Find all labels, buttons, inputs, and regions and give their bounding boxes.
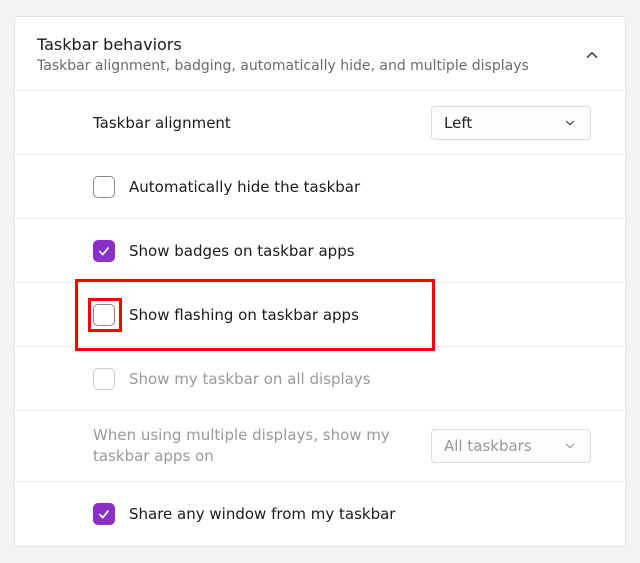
label-shareany: Share any window from my taskbar xyxy=(129,505,395,523)
chevron-down-icon xyxy=(562,438,578,454)
multidisplay-select: All taskbars xyxy=(431,429,591,463)
taskbar-alignment-select[interactable]: Left xyxy=(431,106,591,140)
taskbar-alignment-value: Left xyxy=(444,114,472,132)
checkbox-autohide[interactable] xyxy=(93,176,115,198)
label-autohide: Automatically hide the taskbar xyxy=(129,178,360,196)
checkbox-shareany[interactable] xyxy=(93,503,115,525)
row-autohide[interactable]: Automatically hide the taskbar xyxy=(15,155,625,219)
chevron-up-icon[interactable] xyxy=(581,44,603,66)
multidisplay-value: All taskbars xyxy=(444,437,532,455)
label-badges: Show badges on taskbar apps xyxy=(129,242,355,260)
checkbox-alldisplays xyxy=(93,368,115,390)
row-shareany[interactable]: Share any window from my taskbar xyxy=(15,482,625,546)
row-taskbar-alignment: Taskbar alignment Left xyxy=(15,91,625,155)
label-flashing: Show flashing on taskbar apps xyxy=(129,306,359,324)
taskbar-behaviors-panel: Taskbar behaviors Taskbar alignment, bad… xyxy=(14,16,626,547)
label-alldisplays: Show my taskbar on all displays xyxy=(129,370,371,388)
row-alldisplays: Show my taskbar on all displays xyxy=(15,347,625,411)
chevron-down-icon xyxy=(562,115,578,131)
label-multidisplay: When using multiple displays, show my ta… xyxy=(93,425,393,467)
row-multidisplay: When using multiple displays, show my ta… xyxy=(15,411,625,482)
panel-header[interactable]: Taskbar behaviors Taskbar alignment, bad… xyxy=(15,17,625,91)
label-taskbar-alignment: Taskbar alignment xyxy=(93,114,231,132)
panel-title: Taskbar behaviors xyxy=(37,35,529,54)
checkbox-flashing[interactable] xyxy=(93,304,115,326)
panel-subtitle: Taskbar alignment, badging, automaticall… xyxy=(37,58,529,74)
row-badges[interactable]: Show badges on taskbar apps xyxy=(15,219,625,283)
checkbox-badges[interactable] xyxy=(93,240,115,262)
row-flashing[interactable]: Show flashing on taskbar apps xyxy=(15,283,625,347)
